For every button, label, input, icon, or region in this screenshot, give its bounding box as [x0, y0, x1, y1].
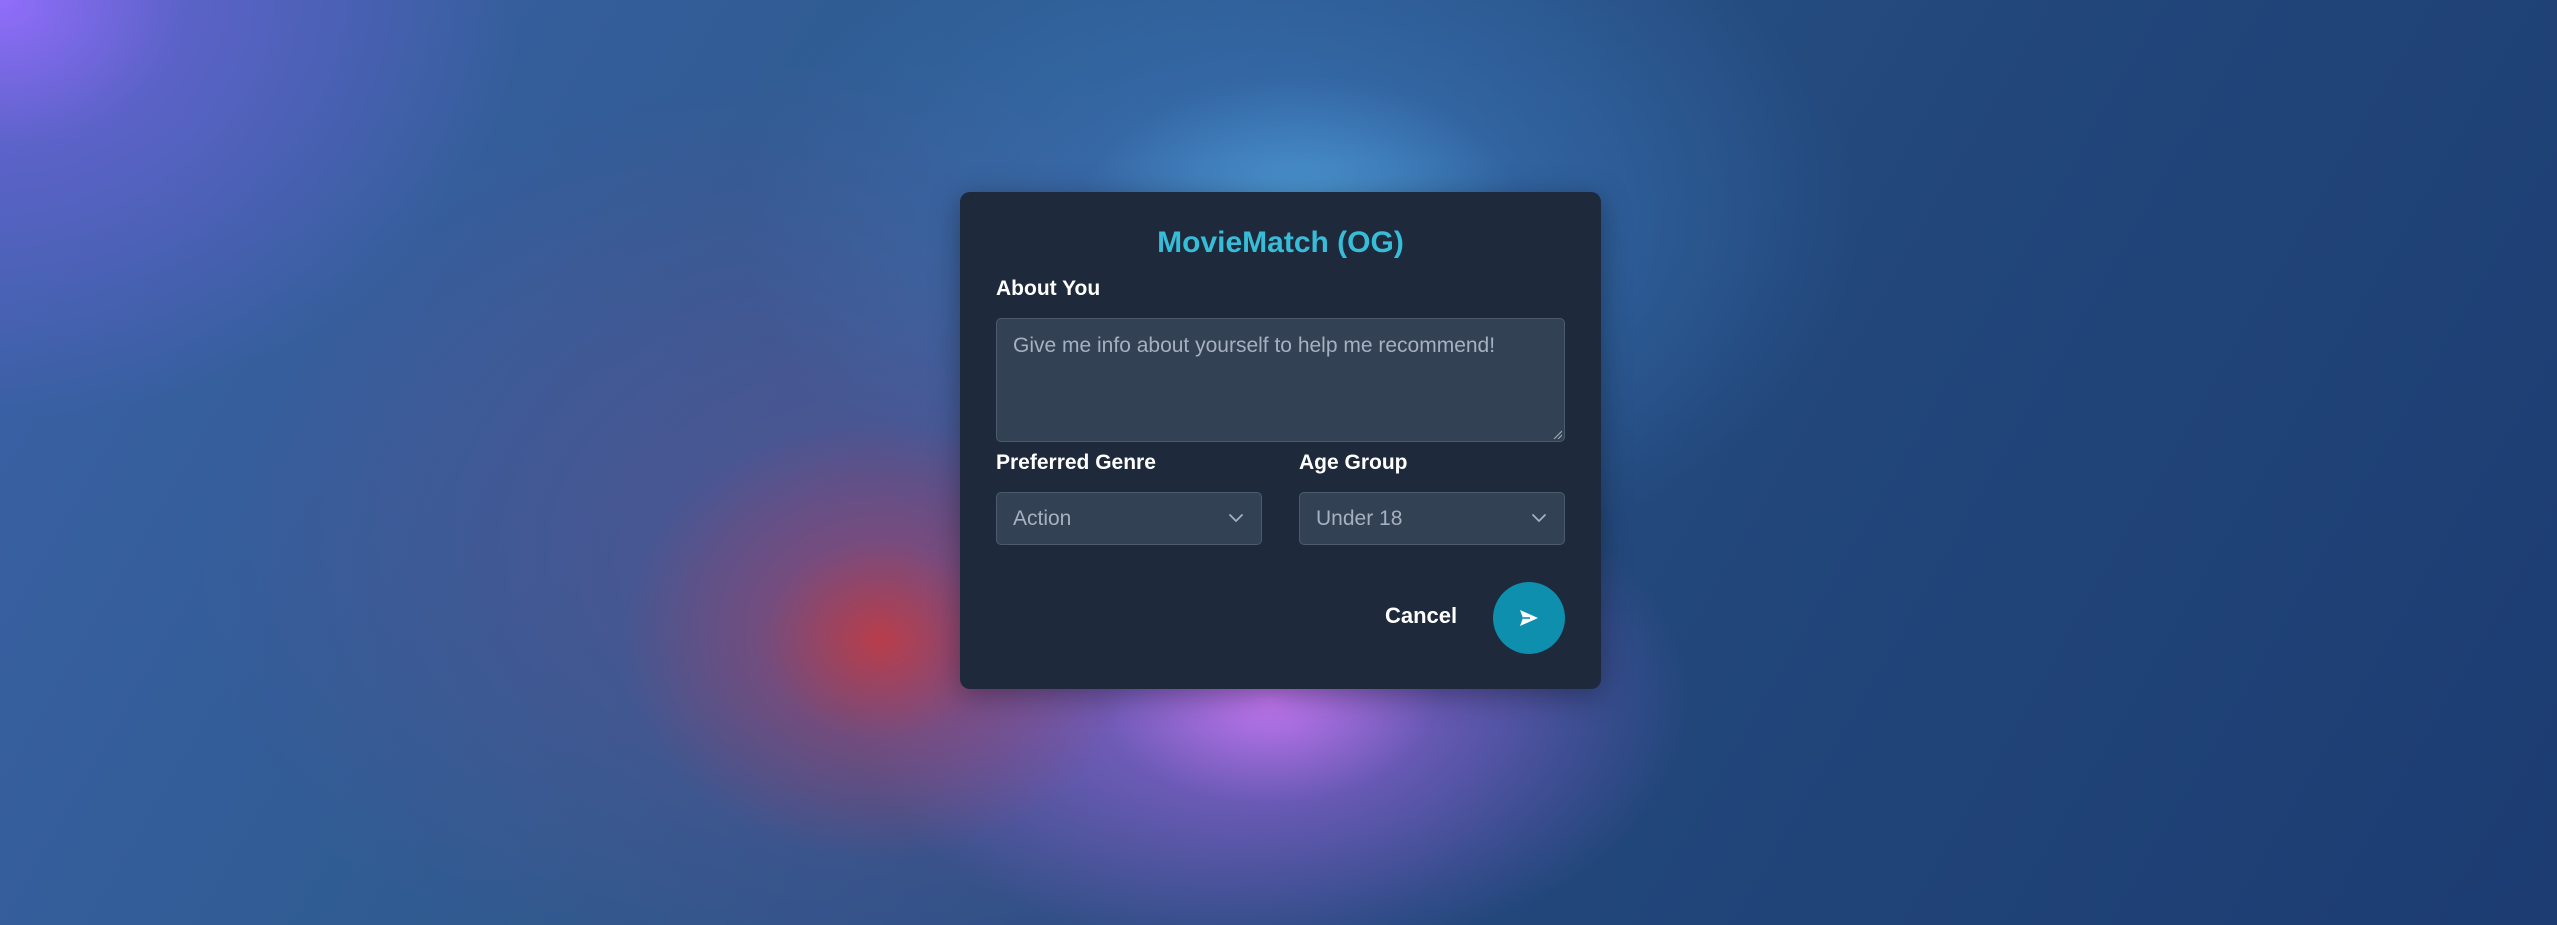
- age-group-value: Under 18: [1316, 507, 1403, 530]
- about-you-label: About You: [996, 277, 1101, 300]
- preferred-genre-label: Preferred Genre: [996, 451, 1156, 474]
- chevron-down-icon: [1532, 514, 1546, 522]
- send-button[interactable]: [1493, 582, 1565, 654]
- age-group-select[interactable]: Under 18: [1299, 492, 1565, 545]
- about-you-placeholder: Give me info about yourself to help me r…: [1013, 334, 1496, 357]
- preferred-genre-select[interactable]: Action: [996, 492, 1262, 545]
- about-you-textarea[interactable]: Give me info about yourself to help me r…: [996, 318, 1565, 442]
- cancel-button[interactable]: Cancel: [1385, 605, 1457, 627]
- resize-grip-icon[interactable]: [1552, 429, 1562, 439]
- moviematch-dialog: MovieMatch (OG) About You Give me info a…: [960, 192, 1601, 689]
- send-icon: [1520, 610, 1538, 626]
- chevron-down-icon: [1229, 514, 1243, 522]
- age-group-label: Age Group: [1299, 451, 1408, 474]
- dialog-title: MovieMatch (OG): [1157, 226, 1404, 259]
- preferred-genre-value: Action: [1013, 507, 1072, 530]
